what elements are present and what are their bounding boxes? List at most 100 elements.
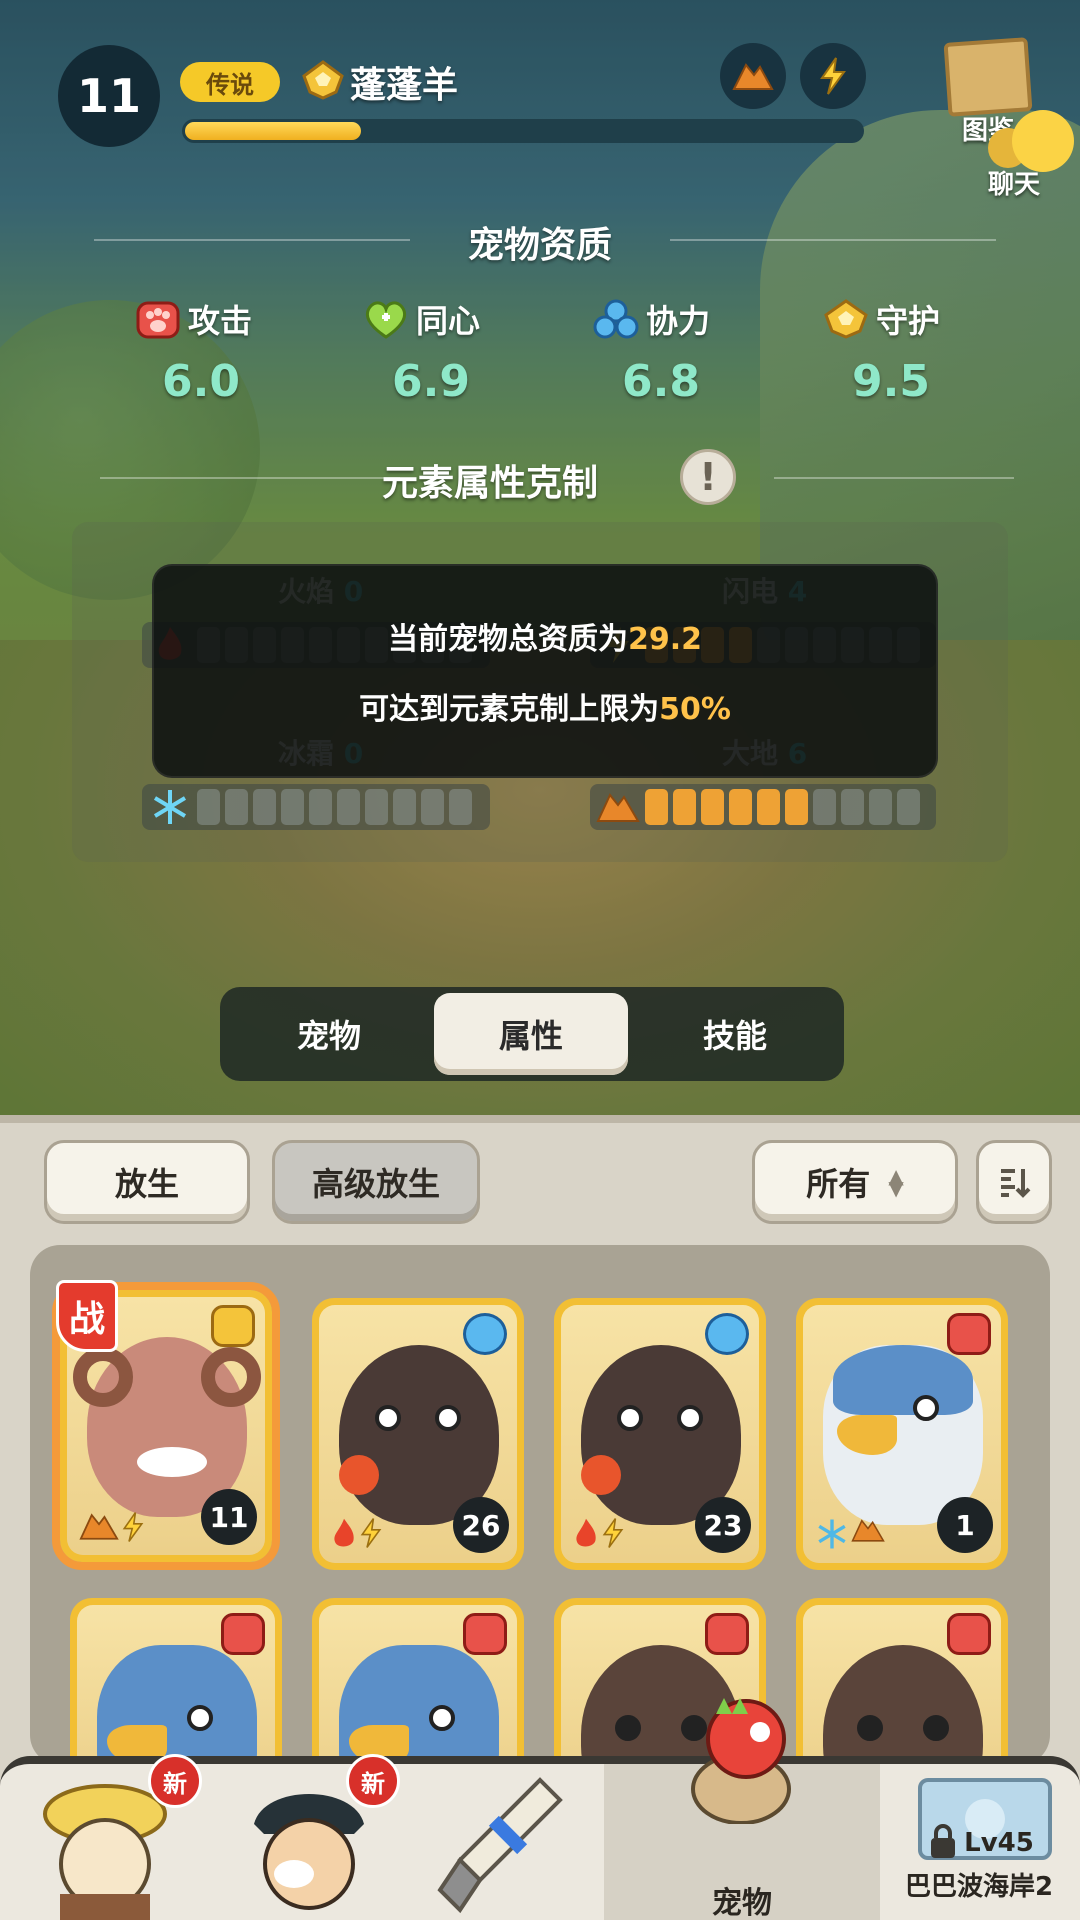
element-bar-segment (365, 789, 388, 825)
new-badge: 新 (148, 1754, 202, 1808)
pet-card[interactable]: 26 (312, 1298, 524, 1570)
filter-dropdown[interactable]: 所有 ▲ ▼ (752, 1140, 958, 1224)
pet-name: 蓬蓬羊 (350, 65, 459, 106)
element-frost-bar (142, 784, 490, 830)
pet-card[interactable]: 23 (554, 1298, 766, 1570)
attack-paw-icon (136, 301, 180, 339)
nav-pets[interactable]: 宠物 (604, 1698, 880, 1920)
eye (617, 1405, 643, 1431)
tab-skills[interactable]: 技能 (638, 993, 832, 1075)
aptitude-tooltip: 当前宠物总资质为29.2 可达到元素克制上限为50% (152, 564, 938, 778)
lightning-icon (122, 1512, 144, 1542)
release-button[interactable]: 放生 (44, 1140, 250, 1224)
eye (615, 1715, 641, 1741)
tab-pet[interactable]: 宠物 (232, 993, 426, 1075)
element-bar-segment (337, 789, 360, 825)
eye (187, 1705, 213, 1731)
element-bar-segment (421, 789, 444, 825)
advanced-release-button[interactable]: 高级放生 (272, 1140, 480, 1224)
eye (923, 1715, 949, 1741)
stat-guard-label: 守护 (876, 302, 941, 340)
stat-attack-value: 6.0 (162, 356, 240, 407)
element-bar-segment (309, 789, 332, 825)
sort-button[interactable] (976, 1140, 1052, 1224)
attack-paw-icon (463, 1613, 507, 1655)
location-name: 巴巴波海岸2 (904, 1872, 1054, 1902)
panel-edge (0, 1115, 1080, 1123)
attack-paw-icon (221, 1613, 265, 1655)
dropdown-arrows-icon: ▲ ▼ (888, 1164, 904, 1200)
nav-equipment[interactable] (420, 1764, 590, 1920)
pet-attrs (573, 1517, 625, 1551)
pet-card[interactable]: 1 (796, 1298, 1008, 1570)
element-bar-segment (673, 789, 696, 825)
exp-bar-fill (185, 122, 361, 140)
earth-element-button[interactable] (720, 43, 786, 109)
stat-harmony-value: 6.9 (392, 356, 470, 407)
stat-guard: 守护 9.5 (822, 296, 1002, 407)
stat-cooperation-label: 协力 (646, 302, 711, 340)
bottom-nav: 新 新 宠物 Lv45 巴巴波海岸2 (0, 1698, 1080, 1920)
earmuff (581, 1455, 621, 1495)
eye (435, 1405, 461, 1431)
sword-icon (437, 1777, 563, 1914)
nav-location[interactable]: Lv45 巴巴波海岸2 (890, 1764, 1080, 1920)
pet-level: 1 (937, 1497, 993, 1553)
earth-icon (596, 793, 640, 822)
attack-paw-icon (947, 1613, 991, 1655)
stat-cooperation: 协力 6.8 (592, 296, 772, 407)
earth-icon (851, 1519, 885, 1542)
lightning-element-button[interactable] (800, 43, 866, 109)
pet-attrs (815, 1517, 885, 1551)
element-bar-segment (813, 789, 836, 825)
map-scroll-icon (943, 37, 1033, 117)
element-bar-segment (757, 789, 780, 825)
detail-tabs: 宠物 属性 技能 (220, 987, 844, 1081)
pet-level-badge: 11 (58, 45, 160, 147)
nav-pets-label: 宠物 (712, 1886, 772, 1920)
stat-attack: 攻击 6.0 (134, 296, 314, 407)
guard-icon (302, 60, 344, 100)
exp-bar (182, 119, 864, 143)
nav-hero[interactable]: 新 (220, 1754, 400, 1920)
lightning-icon (602, 1518, 624, 1548)
cooperation-icon (463, 1313, 507, 1355)
eye (857, 1715, 883, 1741)
ram-horn-icon (73, 1347, 133, 1407)
tooltip-line-limit: 可达到元素克制上限为50% (359, 692, 731, 727)
element-bar-segment (393, 789, 416, 825)
pet-attrs (79, 1511, 145, 1543)
chat-label: 聊天 (988, 170, 1041, 200)
tab-attributes[interactable]: 属性 (434, 993, 628, 1075)
eye (375, 1405, 401, 1431)
earth-icon (732, 63, 774, 90)
guard-icon (211, 1305, 255, 1347)
attack-paw-icon (705, 1613, 749, 1655)
element-earth-bar (590, 784, 936, 830)
eye (913, 1395, 939, 1421)
nav-character[interactable]: 新 (20, 1754, 202, 1920)
element-info-button[interactable]: ! (680, 449, 736, 505)
element-bar-segment (869, 789, 892, 825)
snowflake-icon (153, 790, 187, 824)
rarity-badge: 传说 (180, 62, 280, 102)
stat-attack-label: 攻击 (188, 302, 253, 340)
attack-paw-icon (947, 1313, 991, 1355)
cooperation-icon (705, 1313, 749, 1355)
heart-icon (365, 301, 407, 339)
lightning-icon (360, 1518, 382, 1548)
new-badge: 新 (346, 1754, 400, 1808)
stat-cooperation-value: 6.8 (622, 356, 700, 407)
element-bar-segment (645, 789, 668, 825)
beak (837, 1415, 897, 1455)
lightning-icon (820, 57, 846, 95)
element-bar-segment (841, 789, 864, 825)
fire-icon (576, 1518, 596, 1547)
stat-harmony-label: 同心 (416, 302, 481, 340)
element-bar-segment (701, 789, 724, 825)
element-bar-segment (281, 789, 304, 825)
element-bar-segment (197, 789, 220, 825)
pet-level: 11 (201, 1489, 257, 1545)
sort-icon (1001, 1169, 1031, 1198)
chat-button[interactable]: 聊天 (978, 108, 1080, 200)
